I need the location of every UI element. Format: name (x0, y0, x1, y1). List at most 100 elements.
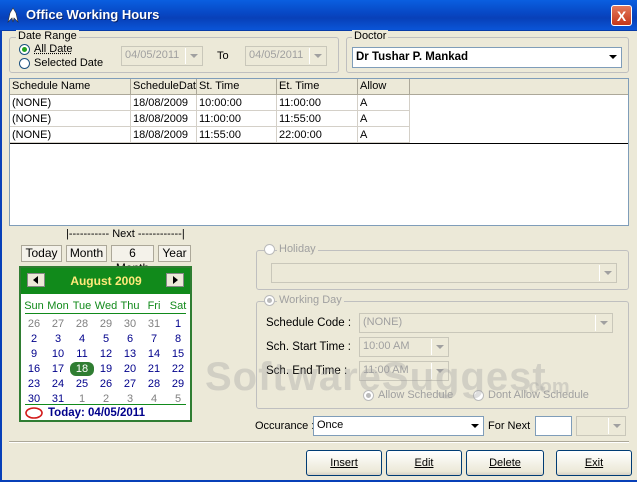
calendar-day[interactable]: 16 (22, 362, 46, 376)
col-header-end-time[interactable]: Et. Time (277, 79, 358, 95)
insert-button-label: Insert (330, 457, 358, 469)
calendar-day[interactable]: 22 (166, 362, 190, 376)
calendar-day[interactable]: 14 (142, 347, 166, 361)
calendar-day[interactable]: 20 (118, 362, 142, 376)
schedule-grid[interactable]: Schedule Name ScheduleDate St. Time Et. … (9, 78, 629, 226)
calendar[interactable]: August 2009 Sun Mon Tue Wed Thu Fri Sat … (19, 266, 192, 422)
chevron-down-icon[interactable] (466, 418, 482, 434)
delete-button[interactable]: Delete (466, 450, 544, 476)
calendar-day[interactable]: 26 (22, 317, 46, 331)
next-month-button[interactable] (166, 273, 184, 287)
occurance-select[interactable]: Once (313, 416, 484, 436)
from-date-picker[interactable]: 04/05/2011 (121, 46, 203, 66)
calendar-day[interactable]: 2 (22, 332, 46, 346)
chevron-down-icon[interactable] (595, 315, 611, 331)
calendar-day[interactable]: 19 (94, 362, 118, 376)
calendar-day[interactable]: 7 (142, 332, 166, 346)
edit-button[interactable]: Edit (386, 450, 462, 476)
calendar-day[interactable]: 13 (118, 347, 142, 361)
day-of-week: Fri (147, 300, 161, 312)
calendar-day[interactable]: 6 (118, 332, 142, 346)
calendar-day[interactable]: 18 (70, 362, 94, 376)
calendar-day[interactable]: 10 (46, 347, 70, 361)
calendar-day[interactable]: 28 (142, 377, 166, 391)
day-of-week: Thu (120, 300, 140, 312)
start-time-select[interactable]: 10:00 AM (359, 337, 449, 357)
date-range-legend: Date Range (16, 30, 79, 42)
doctor-select[interactable]: Dr Tushar P. Mankad (352, 47, 622, 68)
calendar-day[interactable]: 29 (166, 377, 190, 391)
col-header-schedule-name[interactable]: Schedule Name (10, 79, 131, 95)
grid-cell[interactable]: (NONE) (10, 111, 131, 127)
chevron-down-icon[interactable] (431, 339, 447, 355)
calendar-day[interactable]: 26 (94, 377, 118, 391)
exit-button[interactable]: Exit (556, 450, 632, 476)
prev-month-button[interactable] (27, 273, 45, 287)
chevron-down-icon[interactable] (608, 418, 624, 434)
calendar-day[interactable]: 21 (142, 362, 166, 376)
calendar-day[interactable]: 29 (94, 317, 118, 331)
all-date-radio[interactable] (19, 44, 30, 55)
year-button[interactable]: Year (158, 245, 191, 262)
calendar-day[interactable]: 27 (118, 377, 142, 391)
to-date-picker[interactable]: 04/05/2011 (245, 46, 327, 66)
calendar-day[interactable]: 31 (142, 317, 166, 331)
insert-button[interactable]: Insert (306, 450, 382, 476)
grid-cell[interactable]: 11:55:00 (277, 111, 358, 127)
grid-cell[interactable]: 10:00:00 (197, 95, 277, 111)
calendar-day[interactable]: 15 (166, 347, 190, 361)
calendar-day[interactable]: 27 (46, 317, 70, 331)
schedule-code-select[interactable]: (NONE) (359, 313, 613, 333)
grid-cell[interactable]: (NONE) (10, 95, 131, 111)
next-label: |----------- Next ------------| (66, 228, 185, 240)
calendar-day[interactable]: 4 (70, 332, 94, 346)
calendar-day[interactable]: 8 (166, 332, 190, 346)
grid-cell[interactable]: 11:00:00 (277, 95, 358, 111)
grid-cell[interactable]: A (358, 95, 410, 111)
grid-cell[interactable]: 11:55:00 (197, 127, 277, 143)
chevron-down-icon[interactable] (599, 265, 615, 281)
grid-cell[interactable]: 18/08/2009 (131, 111, 197, 127)
working-day-radio[interactable] (264, 295, 275, 306)
window-title: Office Working Hours (26, 7, 160, 22)
all-date-label: All Date (34, 43, 73, 55)
col-header-schedule-date[interactable]: ScheduleDate (131, 79, 197, 95)
calendar-day[interactable]: 25 (70, 377, 94, 391)
grid-cell[interactable]: 22:00:00 (277, 127, 358, 143)
calendar-day[interactable]: 3 (46, 332, 70, 346)
grid-cell[interactable]: 18/08/2009 (131, 95, 197, 111)
calendar-day[interactable]: 23 (22, 377, 46, 391)
close-button[interactable]: X (611, 5, 632, 26)
calendar-today-label[interactable]: Today: 04/05/2011 (48, 407, 145, 419)
chevron-down-icon[interactable] (604, 49, 620, 66)
for-next-input[interactable] (535, 416, 572, 436)
col-header-start-time[interactable]: St. Time (197, 79, 277, 95)
grid-cell[interactable]: A (358, 127, 410, 143)
col-header-allow[interactable]: Allow (358, 79, 410, 95)
grid-cell[interactable]: A (358, 111, 410, 127)
calendar-day[interactable]: 11 (70, 347, 94, 361)
calendar-day[interactable]: 1 (166, 317, 190, 331)
chevron-down-icon[interactable] (309, 48, 325, 64)
calendar-day[interactable]: 5 (94, 332, 118, 346)
calendar-day[interactable]: 17 (46, 362, 70, 376)
holiday-radio[interactable] (264, 244, 275, 255)
day-of-week: Tue (72, 300, 92, 312)
calendar-day[interactable]: 9 (22, 347, 46, 361)
month-button[interactable]: Month (66, 245, 107, 262)
calendar-day[interactable]: 24 (46, 377, 70, 391)
holiday-select[interactable] (271, 263, 617, 283)
today-button[interactable]: Today (21, 245, 62, 262)
calendar-day[interactable]: 28 (70, 317, 94, 331)
calendar-day[interactable]: 12 (94, 347, 118, 361)
for-next-unit-select[interactable] (576, 416, 626, 436)
selected-date-radio[interactable] (19, 58, 30, 69)
six-month-button[interactable]: 6 Month (111, 245, 154, 275)
calendar-day[interactable]: 30 (118, 317, 142, 331)
day-of-week: Wed (94, 300, 118, 312)
schedule-code-label: Schedule Code : (266, 317, 352, 329)
grid-cell[interactable]: (NONE) (10, 127, 131, 143)
grid-cell[interactable]: 11:00:00 (197, 111, 277, 127)
grid-cell[interactable]: 18/08/2009 (131, 127, 197, 143)
chevron-down-icon[interactable] (185, 48, 201, 64)
